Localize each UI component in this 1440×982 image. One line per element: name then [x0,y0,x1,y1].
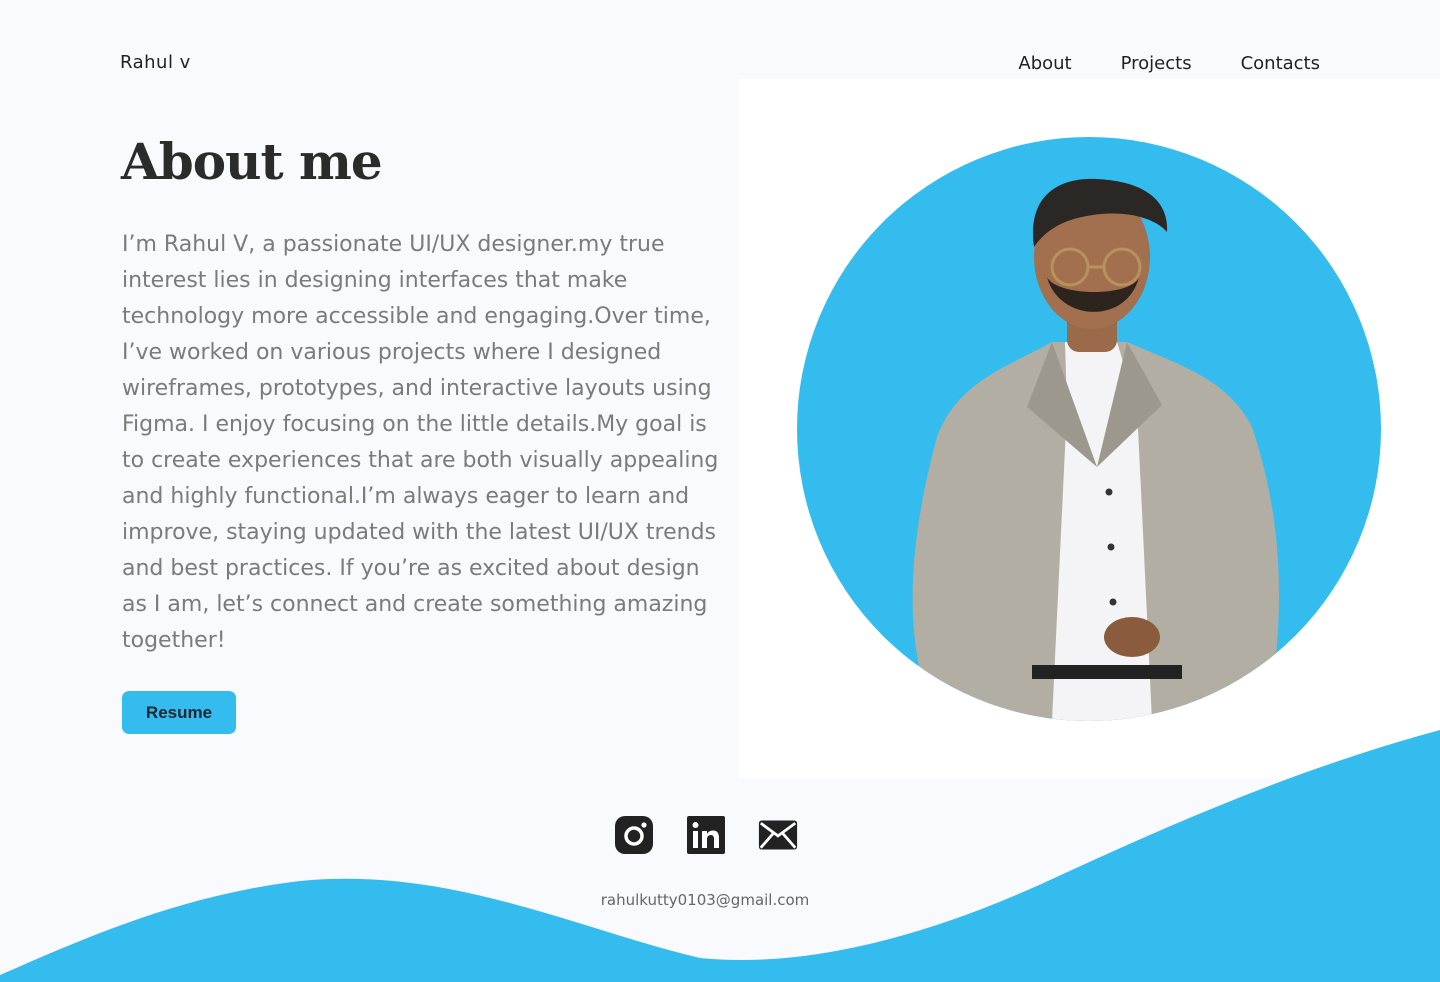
nav-about[interactable]: About [1018,53,1071,74]
brand-logo[interactable]: Rahul v [120,52,191,73]
nav-contacts[interactable]: Contacts [1241,53,1320,74]
main-nav: About Projects Contacts [1018,53,1320,74]
about-bio: I’m Rahul V, a passionate UI/UX designer… [122,232,719,653]
mail-icon[interactable] [758,815,798,855]
linkedin-icon[interactable] [686,815,726,855]
profile-photo [797,137,1381,721]
resume-button[interactable]: Resume [122,691,236,734]
instagram-icon[interactable] [614,815,654,855]
contact-email[interactable]: rahulkutty0103@gmail.com [0,891,1410,909]
person-illustration [912,178,1279,721]
nav-projects[interactable]: Projects [1121,53,1192,74]
social-links [614,815,798,855]
page-title: About me [121,132,383,191]
